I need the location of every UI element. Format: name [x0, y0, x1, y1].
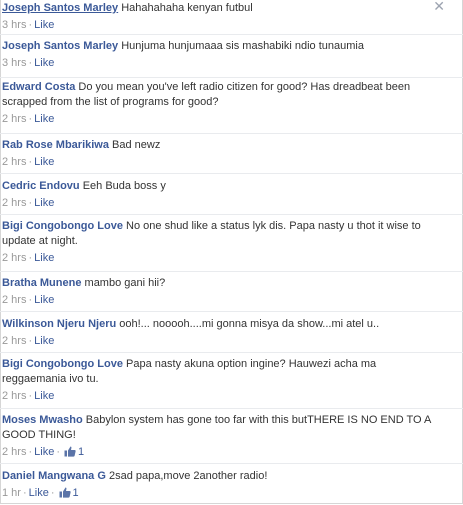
comment-author-link[interactable]: Cedric Endovu [2, 180, 80, 192]
comment-timestamp[interactable]: 2 hrs [2, 335, 26, 347]
comment-timestamp[interactable]: 2 hrs [2, 113, 26, 125]
comment-timestamp[interactable]: 3 hrs [2, 57, 26, 69]
like-button[interactable]: Like [34, 446, 54, 458]
meta-separator: · [28, 252, 33, 264]
comment-item: Cedric Endovu Eeh Buda boss y 2 hrs · Like [2, 179, 440, 211]
comment-author-link[interactable]: Bratha Munene [2, 277, 81, 289]
comment-item: Daniel Mangwana G 2sad papa,move 2anothe… [2, 469, 440, 501]
meta-separator: · [50, 487, 55, 499]
meta-separator: · [28, 57, 33, 69]
meta-separator: · [28, 113, 33, 125]
comment-divider [0, 271, 463, 272]
meta-separator: · [28, 390, 33, 402]
like-button[interactable]: Like [34, 252, 54, 264]
comment-divider [0, 34, 463, 35]
comment-item: Moses Mwasho Babylon system has gone too… [2, 413, 440, 460]
comment-divider [0, 214, 463, 215]
comment-author-link[interactable]: Daniel Mangwana G [2, 470, 106, 482]
thumbs-up-icon[interactable] [59, 487, 71, 498]
meta-separator: · [28, 197, 33, 209]
like-count[interactable]: 1 [78, 446, 84, 458]
meta-separator: · [28, 335, 33, 347]
comment-author-link[interactable]: Moses Mwasho [2, 414, 83, 426]
comment-text: mambo gani hii? [84, 277, 166, 289]
comment-timestamp[interactable]: 2 hrs [2, 252, 26, 264]
comment-item: Rab Rose Mbarikiwa Bad newz 2 hrs · Like [2, 138, 440, 170]
like-button[interactable]: Like [29, 487, 49, 499]
meta-separator: · [28, 294, 33, 306]
like-button[interactable]: Like [34, 113, 54, 125]
comment-timestamp[interactable]: 2 hrs [2, 390, 26, 402]
meta-separator: · [28, 446, 33, 458]
comment-timestamp[interactable]: 2 hrs [2, 197, 26, 209]
comment-item: Joseph Santos Marley Hunjuma hunjumaaa s… [2, 39, 440, 71]
comment-author-link[interactable]: Joseph Santos Marley [2, 2, 118, 14]
comment-timestamp[interactable]: 3 hrs [2, 19, 26, 31]
comment-timestamp[interactable]: 1 hr [2, 487, 21, 499]
comment-item: Bratha Munene mambo gani hii? 2 hrs · Like [2, 276, 440, 308]
comment-item: Wilkinson Njeru Njeru ooh!... nooooh....… [2, 317, 440, 349]
like-button[interactable]: Like [34, 197, 54, 209]
comment-timestamp[interactable]: 2 hrs [2, 446, 26, 458]
like-button[interactable]: Like [34, 390, 54, 402]
comment-text: ooh!... nooooh....mi gonna misya da show… [119, 318, 380, 330]
thumbs-up-icon[interactable] [64, 446, 76, 457]
comment-item: Edward Costa Do you mean you've left rad… [2, 80, 440, 127]
meta-separator: · [56, 446, 60, 458]
comment-item: Joseph Santos Marley Hahahahaha kenyan f… [2, 1, 440, 33]
comment-author-link[interactable]: Bigi Congobongo Love [2, 220, 123, 232]
meta-separator: · [28, 19, 33, 31]
comment-author-link[interactable]: Bigi Congobongo Love [2, 358, 123, 370]
meta-separator: · [22, 487, 27, 499]
comment-author-link[interactable]: Edward Costa [2, 81, 75, 93]
comment-divider [0, 77, 463, 78]
comment-author-link[interactable]: Wilkinson Njeru Njeru [2, 318, 116, 330]
comment-divider [0, 173, 463, 174]
like-button[interactable]: Like [34, 57, 54, 69]
comment-timestamp[interactable]: 2 hrs [2, 294, 26, 306]
comment-item: Bigi Congobongo Love Papa nasty akuna op… [2, 357, 440, 404]
comment-timestamp[interactable]: 2 hrs [2, 156, 26, 168]
like-button[interactable]: Like [34, 335, 54, 347]
comment-item: Bigi Congobongo Love No one shud like a … [2, 219, 440, 266]
comment-divider [0, 408, 463, 409]
comment-author-link[interactable]: Joseph Santos Marley [2, 40, 118, 52]
comment-text: Bad newz [112, 139, 161, 151]
comment-divider [0, 311, 463, 312]
meta-separator: · [28, 156, 33, 168]
comment-text: Hunjuma hunjumaaa sis mashabiki ndio tun… [121, 40, 364, 52]
comment-text: Eeh Buda boss y [82, 180, 166, 192]
comment-divider [0, 352, 463, 353]
comment-text: 2sad papa,move 2another radio! [108, 470, 268, 482]
like-button[interactable]: Like [34, 156, 54, 168]
comment-author-link[interactable]: Rab Rose Mbarikiwa [2, 139, 109, 151]
comment-divider [0, 133, 463, 134]
like-count[interactable]: 1 [73, 487, 79, 499]
like-button[interactable]: Like [34, 294, 54, 306]
comment-divider [0, 463, 463, 464]
comment-text: Hahahahaha kenyan futbul [121, 2, 253, 14]
like-button[interactable]: Like [34, 19, 54, 31]
